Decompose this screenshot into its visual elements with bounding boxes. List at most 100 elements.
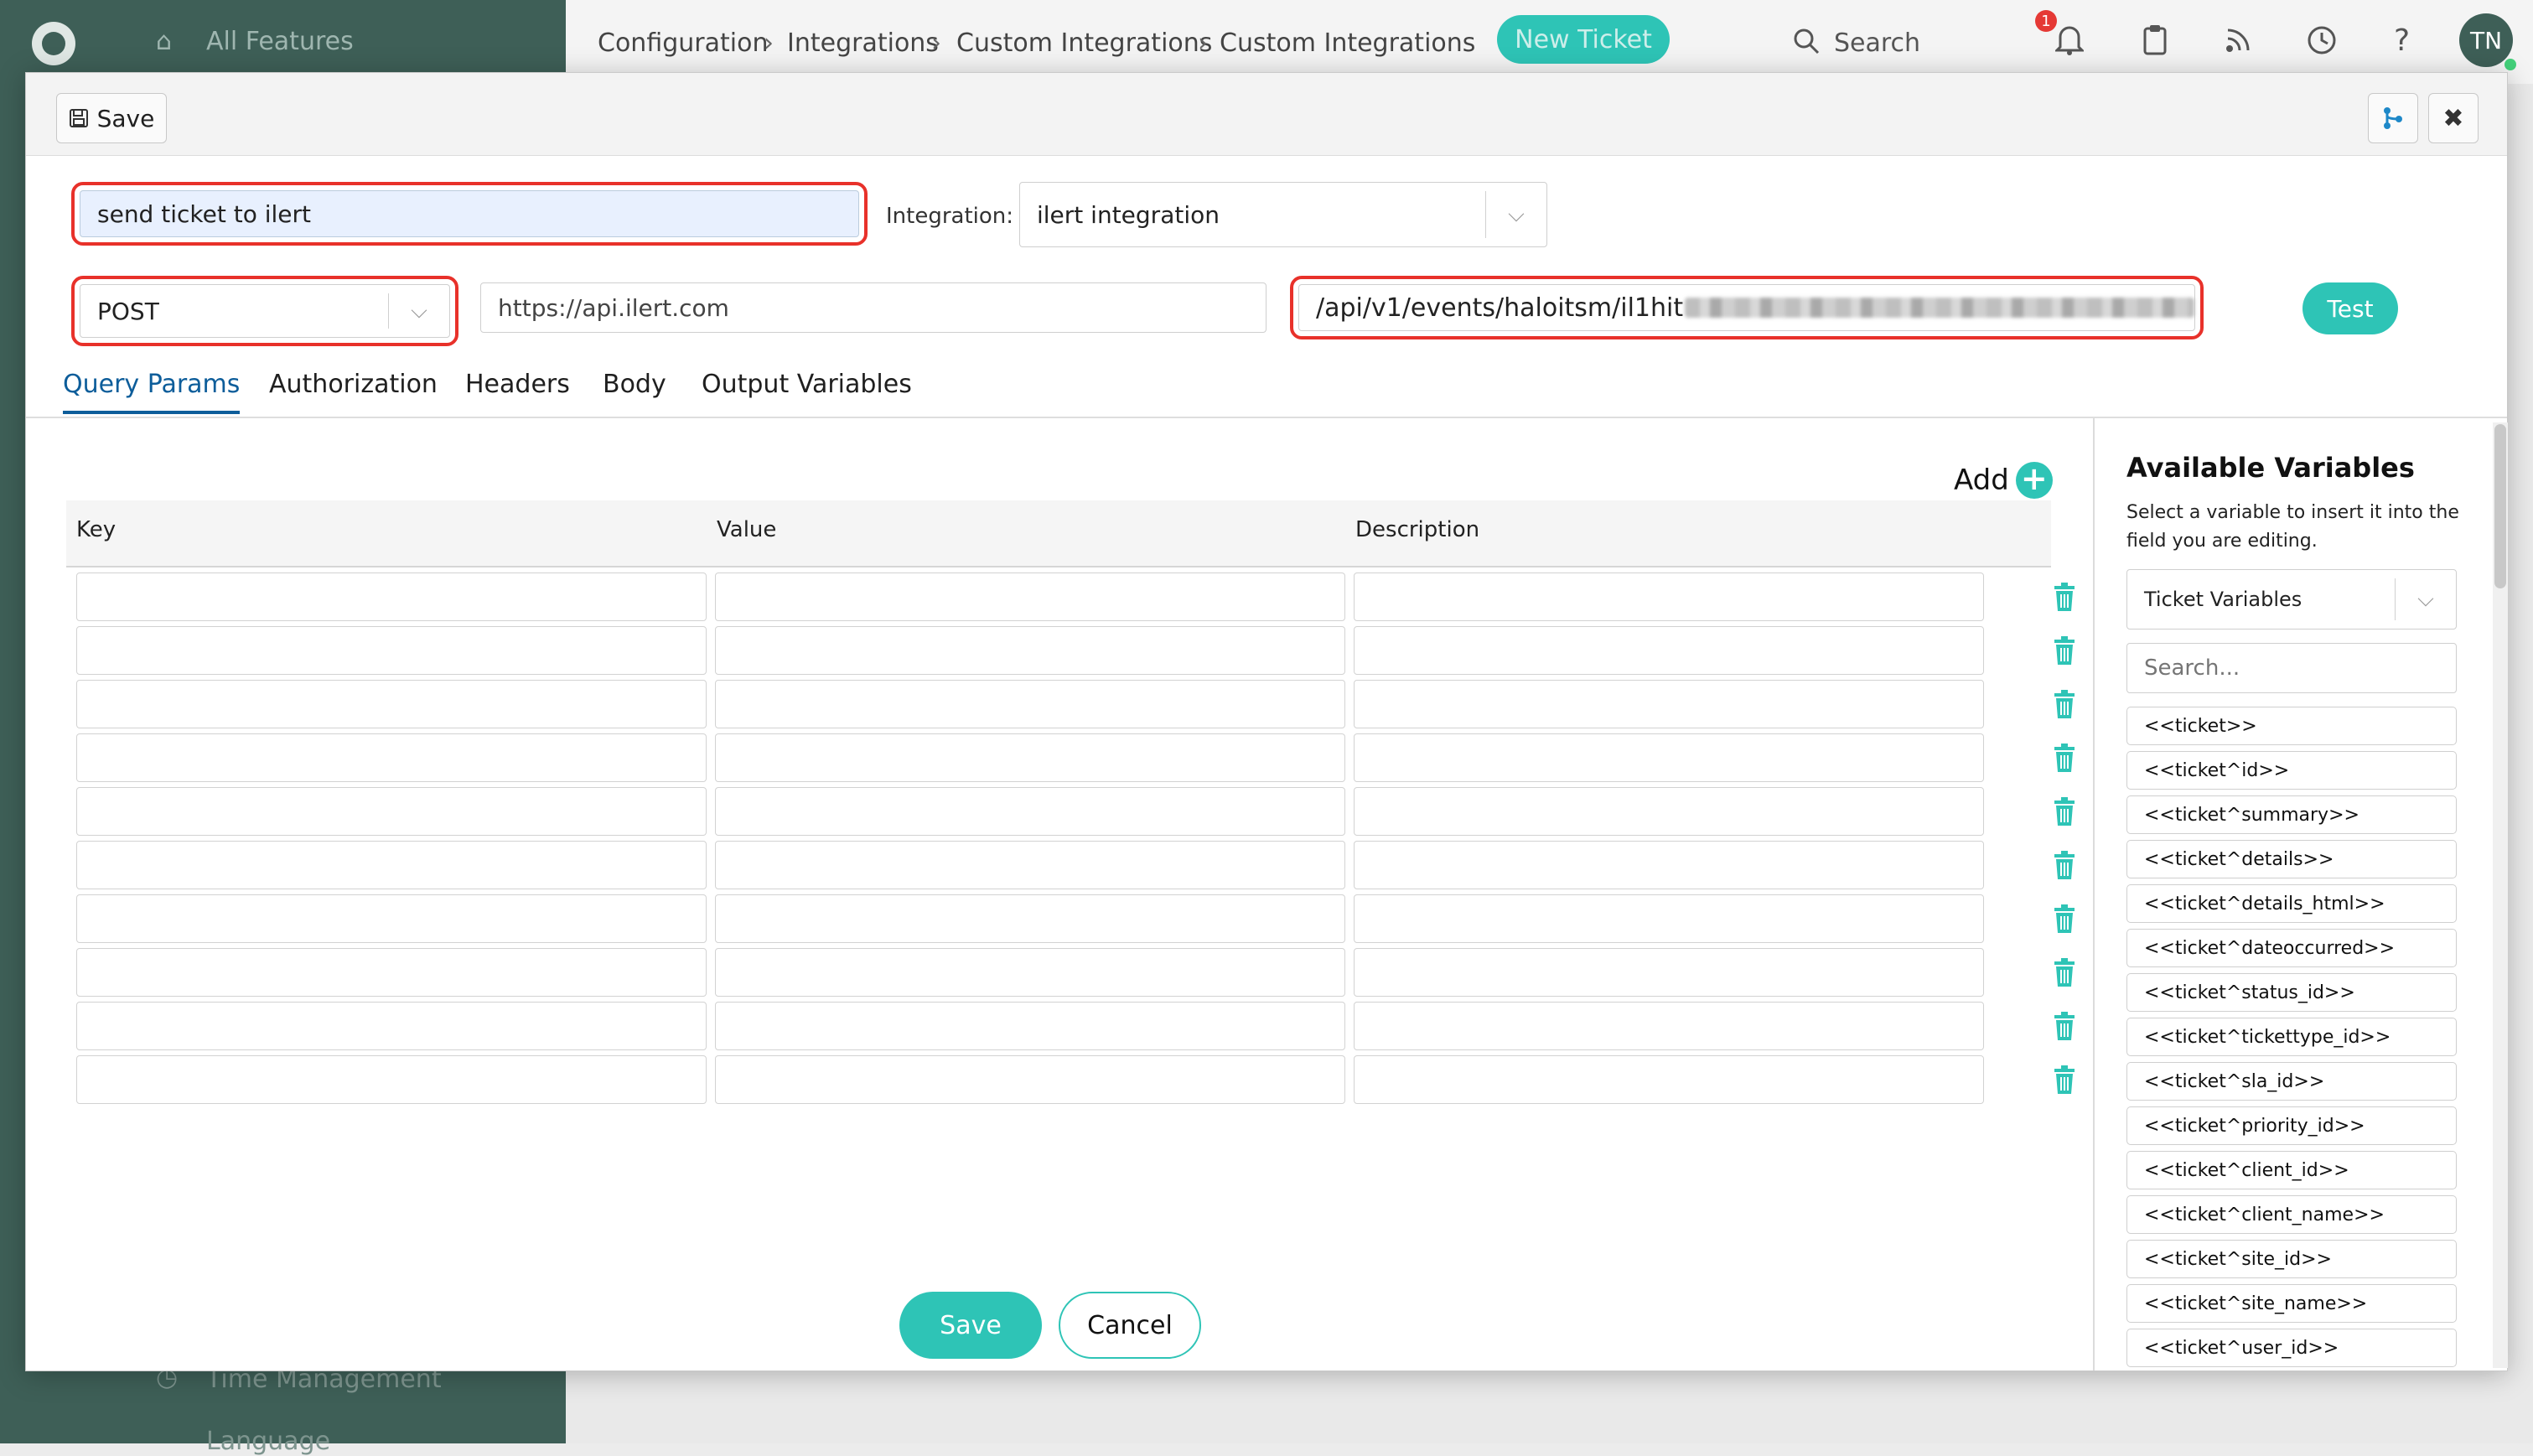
sidebar-item-all-features[interactable]: All Features (206, 27, 354, 56)
close-modal-button[interactable]: ✖ (2428, 93, 2479, 143)
variable-item[interactable]: <<ticket^summary>> (2126, 795, 2457, 834)
trash-icon[interactable] (2051, 744, 2078, 772)
variables-scrollbar-thumb[interactable] (2494, 424, 2506, 588)
param-key-input[interactable] (76, 948, 707, 997)
param-row (76, 573, 2088, 626)
variable-type-select[interactable]: Ticket Variables ⌵ (2126, 569, 2457, 630)
variable-item[interactable]: <<ticket^details_html>> (2126, 884, 2457, 923)
param-value-input[interactable] (715, 948, 1345, 997)
workflow-button[interactable] (2368, 93, 2418, 143)
global-search-input[interactable]: Search (1834, 28, 1920, 58)
plus-circle-icon: + (2015, 462, 2053, 499)
chevron-down-icon[interactable]: ⌵ (2395, 578, 2456, 620)
variable-item[interactable]: <<ticket^site_name>> (2126, 1284, 2457, 1323)
param-value-input[interactable] (715, 1055, 1345, 1104)
variable-item[interactable]: <<ticket^id>> (2126, 751, 2457, 790)
param-key-input[interactable] (76, 894, 707, 943)
breadcrumb-custom-integrations[interactable]: Custom Integrations (956, 28, 1212, 58)
add-param-button[interactable]: Add + (1954, 462, 2053, 499)
param-value-input[interactable] (715, 841, 1345, 889)
home-icon[interactable]: ⌂ (156, 27, 172, 56)
param-key-input[interactable] (76, 1055, 707, 1104)
trash-icon[interactable] (2051, 636, 2078, 665)
notification-badge: 1 (2035, 10, 2057, 32)
integration-select[interactable]: ilert integration ⌵ (1019, 182, 1547, 247)
param-key-input[interactable] (76, 1002, 707, 1050)
breadcrumb-configuration[interactable]: Configuration (598, 28, 768, 58)
chevron-down-icon[interactable]: ⌵ (1485, 191, 1546, 238)
http-method-select[interactable]: POST ⌵ (71, 276, 458, 346)
trash-icon[interactable] (2051, 958, 2078, 987)
integration-name-input[interactable]: send ticket to ilert (71, 182, 868, 246)
param-key-input[interactable] (76, 680, 707, 728)
clipboard-icon[interactable] (2142, 23, 2168, 55)
rss-icon[interactable] (2225, 25, 2253, 54)
variable-item[interactable]: <<ticket^site_id>> (2126, 1240, 2457, 1278)
trash-icon[interactable] (2051, 797, 2078, 826)
tab-authorization[interactable]: Authorization (269, 370, 438, 411)
param-value-input[interactable] (715, 787, 1345, 836)
trash-icon[interactable] (2051, 690, 2078, 718)
tab-query-params[interactable]: Query Params (63, 370, 241, 414)
tab-body[interactable]: Body (603, 370, 666, 411)
param-description-input[interactable] (1354, 573, 1984, 621)
history-icon[interactable] (2307, 25, 2337, 55)
param-value-input[interactable] (715, 626, 1345, 675)
base-url-input[interactable]: https://api.ilert.com (480, 282, 1266, 333)
param-key-input[interactable] (76, 787, 707, 836)
param-value-input[interactable] (715, 680, 1345, 728)
test-button[interactable]: Test (2302, 282, 2398, 334)
variable-item[interactable]: <<ticket^user_id>> (2126, 1329, 2457, 1367)
variable-type-value: Ticket Variables (2144, 588, 2302, 611)
trash-icon[interactable] (2051, 583, 2078, 611)
param-description-input[interactable] (1354, 841, 1984, 889)
cancel-button[interactable]: Cancel (1059, 1292, 1201, 1359)
toolbar-save-button[interactable]: Save (56, 93, 167, 143)
variable-item[interactable]: <<ticket^client_id>> (2126, 1151, 2457, 1189)
param-description-input[interactable] (1354, 626, 1984, 675)
variable-item[interactable]: <<ticket^tickettype_id>> (2126, 1018, 2457, 1056)
param-value-input[interactable] (715, 894, 1345, 943)
floppy-disk-icon (69, 109, 88, 127)
save-button[interactable]: Save (899, 1292, 1042, 1359)
breadcrumb-integrations[interactable]: Integrations (787, 28, 939, 58)
variable-item[interactable]: <<ticket^status_id>> (2126, 973, 2457, 1012)
param-key-input[interactable] (76, 573, 707, 621)
param-description-input[interactable] (1354, 680, 1984, 728)
param-value-input[interactable] (715, 1002, 1345, 1050)
param-key-input[interactable] (76, 733, 707, 782)
param-description-input[interactable] (1354, 1055, 1984, 1104)
breadcrumb-current: Custom Integrations (1220, 28, 1476, 58)
param-value-input[interactable] (715, 573, 1345, 621)
param-description-input[interactable] (1354, 787, 1984, 836)
sidebar-item-language[interactable]: Language (206, 1427, 330, 1456)
trash-icon[interactable] (2051, 851, 2078, 879)
param-key-input[interactable] (76, 841, 707, 889)
variable-item[interactable]: <<ticket^details>> (2126, 840, 2457, 878)
trash-icon[interactable] (2051, 1065, 2078, 1094)
param-value-input[interactable] (715, 733, 1345, 782)
trash-icon[interactable] (2051, 1012, 2078, 1040)
tab-headers[interactable]: Headers (465, 370, 570, 411)
user-avatar[interactable]: TN (2459, 13, 2513, 67)
variable-item[interactable]: <<ticket^dateoccurred>> (2126, 929, 2457, 967)
param-description-input[interactable] (1354, 733, 1984, 782)
endpoint-path-input[interactable]: /api/v1/events/haloitsm/il1hit (1290, 276, 2204, 339)
variable-search-input[interactable] (2126, 643, 2457, 693)
params-table-header: Key Value Description (66, 500, 2051, 567)
trash-icon[interactable] (2051, 904, 2078, 933)
variable-item[interactable]: <<ticket>> (2126, 707, 2457, 745)
tab-output-variables[interactable]: Output Variables (702, 370, 912, 411)
variable-item[interactable]: <<ticket^priority_id>> (2126, 1106, 2457, 1145)
param-description-input[interactable] (1354, 948, 1984, 997)
help-icon[interactable]: ? (2394, 23, 2410, 58)
param-key-input[interactable] (76, 626, 707, 675)
variable-item[interactable]: <<ticket^sla_id>> (2126, 1062, 2457, 1101)
variable-item[interactable]: <<ticket^client_name>> (2126, 1195, 2457, 1234)
add-param-label: Add (1954, 464, 2009, 497)
param-description-input[interactable] (1354, 894, 1984, 943)
new-ticket-button[interactable]: New Ticket (1497, 15, 1670, 64)
chevron-down-icon[interactable]: ⌵ (388, 293, 449, 329)
param-description-input[interactable] (1354, 1002, 1984, 1050)
bell-icon[interactable] (2055, 23, 2084, 55)
